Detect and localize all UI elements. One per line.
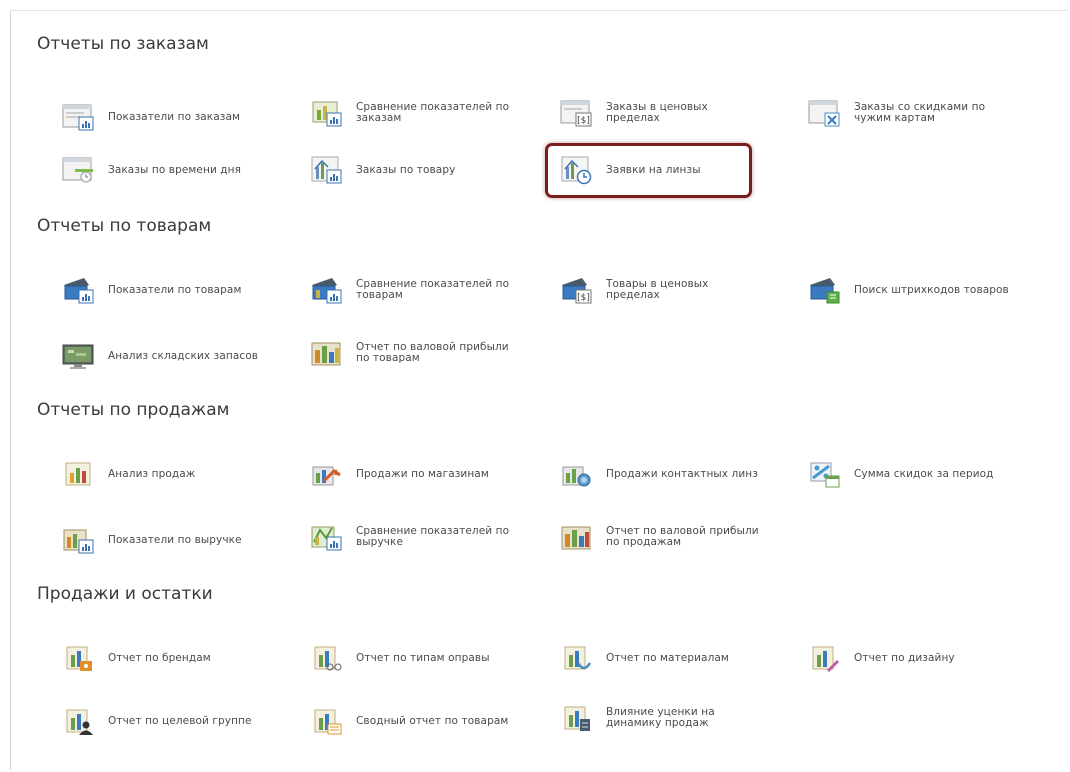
report-item-gross-profit-products[interactable]: Отчет по валовой прибыли по товарам: [310, 335, 550, 371]
sales-chart-icon: [62, 459, 96, 489]
window-discount-icon: [808, 98, 842, 128]
report-item-orders-price-range[interactable]: [$] Заказы в ценовых пределах: [560, 95, 800, 131]
section-title-sales-stock: Продажи и остатки: [37, 584, 213, 604]
report-item-orders-time-of-day[interactable]: Заказы по времени дня: [62, 152, 302, 188]
report-item-label: Сумма скидок за период: [854, 467, 994, 480]
report-item-brands[interactable]: Отчет по брендам: [62, 640, 302, 676]
report-item-label: Отчет по типам оправы: [356, 651, 490, 664]
design-report-icon: [808, 643, 842, 673]
report-item-label: Отчет по целевой группе: [108, 714, 252, 727]
section-title-orders: Отчеты по заказам: [37, 34, 209, 54]
scanner-chart-icon: [62, 275, 96, 305]
report-item-label: Заказы по товару: [356, 163, 456, 176]
revenue-chart-icon: [62, 525, 96, 555]
report-item-order-metrics[interactable]: Показатели по заказам: [62, 99, 302, 135]
scanner-search-icon: [808, 275, 842, 305]
svg-text:[$]: [$]: [577, 116, 590, 126]
report-item-sales-by-store[interactable]: Продажи по магазинам: [310, 456, 550, 492]
report-item-label: Продажи по магазинам: [356, 467, 489, 480]
report-item-label: Поиск штрихкодов товаров: [854, 283, 1009, 296]
frame-type-report-icon: [310, 643, 344, 673]
compare-chart-icon: [310, 98, 344, 128]
report-item-label: Заказы со скидками по чужим картам: [854, 101, 986, 124]
report-item-product-compare[interactable]: Сравнение показателей по товарам: [310, 272, 550, 308]
report-item-label: Товары в ценовых пределах: [606, 278, 709, 301]
scanner-price-icon: [$]: [560, 275, 594, 305]
report-item-label: Анализ складских запасов: [108, 349, 259, 362]
report-item-orders-by-product[interactable]: Заказы по товару: [310, 152, 550, 188]
material-report-icon: [560, 643, 594, 673]
svg-text:[$]: [$]: [577, 293, 590, 303]
scanner-compare-icon: [310, 275, 344, 305]
report-item-revenue-metrics[interactable]: Показатели по выручке: [62, 522, 302, 558]
report-item-revenue-compare[interactable]: Сравнение показателей по выручке: [310, 519, 550, 555]
report-item-gross-profit-sales[interactable]: Отчет по валовой прибыли по продажам: [560, 519, 800, 555]
section-title-sales: Отчеты по продажам: [37, 400, 230, 420]
report-item-barcode-search[interactable]: Поиск штрихкодов товаров: [808, 272, 1048, 308]
report-item-label: Отчет по валовой прибыли по товарам: [356, 341, 509, 364]
window-chart-icon: [62, 102, 96, 132]
report-item-label: Сравнение показателей по товарам: [356, 278, 510, 301]
report-item-label: Сводный отчет по товарам: [356, 714, 509, 727]
report-item-orders-foreign-cards[interactable]: Заказы со скидками по чужим картам: [808, 95, 1048, 131]
report-item-target-group[interactable]: Отчет по целевой группе: [62, 703, 302, 739]
report-item-frame-types[interactable]: Отчет по типам оправы: [310, 640, 550, 676]
report-item-label: Показатели по выручке: [108, 533, 242, 546]
report-item-label: Сравнение показателей по заказам: [356, 101, 510, 124]
report-item-label: Продажи контактных линз: [606, 467, 758, 480]
report-item-label: Анализ продаж: [108, 467, 196, 480]
report-item-stock-analysis[interactable]: Анализ складских запасов: [62, 338, 302, 374]
report-item-design[interactable]: Отчет по дизайну: [808, 640, 1048, 676]
report-item-label: Влияние уценки на динамику продаж: [606, 706, 715, 729]
revenue-compare-icon: [310, 522, 344, 552]
summary-report-icon: [310, 706, 344, 736]
report-item-label: Сравнение показателей по выручке: [356, 525, 510, 548]
brand-report-icon: [62, 643, 96, 673]
report-item-label: Отчет по дизайну: [854, 651, 955, 664]
report-item-label: Отчет по брендам: [108, 651, 211, 664]
report-item-label: Отчет по материалам: [606, 651, 729, 664]
store-sales-icon: [310, 459, 344, 489]
target-group-report-icon: [62, 706, 96, 736]
profit-sales-icon: [560, 522, 594, 552]
report-item-label: Заказы в ценовых пределах: [606, 101, 708, 124]
report-item-sales-analysis[interactable]: Анализ продаж: [62, 456, 302, 492]
report-item-label: Отчет по валовой прибыли по продажам: [606, 525, 759, 548]
window-price-icon: [$]: [560, 98, 594, 128]
report-item-materials[interactable]: Отчет по материалам: [560, 640, 800, 676]
report-item-discount-sum[interactable]: Сумма скидок за период: [808, 456, 1048, 492]
report-item-contact-lens-sales[interactable]: Продажи контактных линз: [560, 456, 800, 492]
report-item-label: Заказы по времени дня: [108, 163, 242, 176]
report-item-product-metrics[interactable]: Показатели по товарам: [62, 272, 302, 308]
report-item-products-price-range[interactable]: [$] Товары в ценовых пределах: [560, 272, 800, 308]
report-item-label: Показатели по заказам: [108, 110, 241, 123]
report-item-summary[interactable]: Сводный отчет по товарам: [310, 703, 550, 739]
section-title-products: Отчеты по товарам: [37, 216, 212, 236]
report-item-label: Показатели по товарам: [108, 283, 242, 296]
lens-sales-icon: [560, 459, 594, 489]
window-clock-icon: [62, 155, 96, 185]
monitor-stock-icon: [62, 341, 96, 371]
profit-chart-icon: [310, 338, 344, 368]
report-item-order-compare[interactable]: Сравнение показателей по заказам: [310, 95, 550, 131]
report-item-markdown-impact[interactable]: Влияние уценки на динамику продаж: [560, 700, 800, 736]
discount-calendar-icon: [808, 459, 842, 489]
bars-chart-icon: [310, 155, 344, 185]
highlight-frame: [545, 143, 752, 198]
markdown-impact-icon: [560, 703, 594, 733]
